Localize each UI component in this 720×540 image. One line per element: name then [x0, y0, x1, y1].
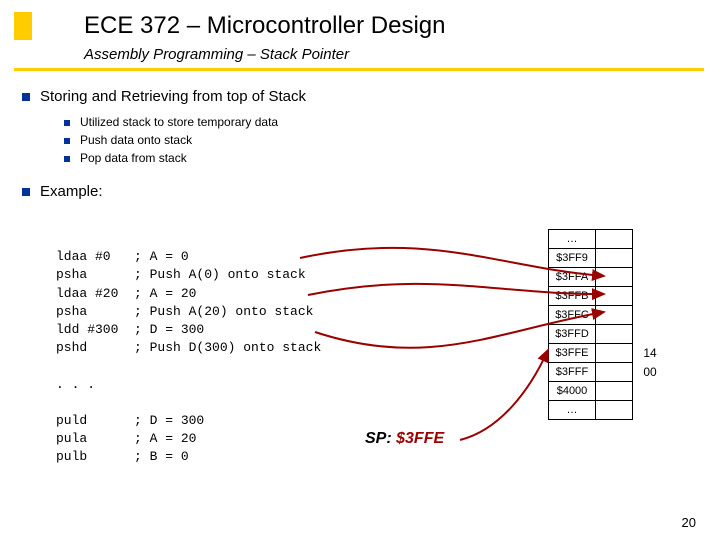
- table-row: $3FFA: [548, 268, 663, 287]
- code-line: psha ; Push A(0) onto stack: [56, 267, 306, 282]
- addr-cell: $3FFB: [548, 286, 596, 306]
- table-row: $3FFB: [548, 287, 663, 306]
- addr-cell: $3FFC: [548, 305, 596, 325]
- val-cell: [595, 286, 633, 306]
- square-bullet-icon: [64, 120, 70, 126]
- table-row: $3FFC: [548, 306, 663, 325]
- bullet-text: Pop data from stack: [80, 151, 187, 165]
- page-number: 20: [682, 515, 696, 530]
- val-cell: [595, 305, 633, 325]
- code-line: . . .: [56, 377, 95, 392]
- content-area: Storing and Retrieving from top of Stack…: [14, 88, 706, 204]
- page-title: ECE 372 – Microcontroller Design: [84, 12, 446, 40]
- val-cell: [595, 343, 633, 363]
- code-line: pshd ; Push D(300) onto stack: [56, 340, 321, 355]
- table-row: $3FFE 14: [548, 344, 663, 363]
- bullet-text: Push data onto stack: [80, 133, 192, 147]
- accent-bar: [14, 12, 32, 40]
- table-row: $3FFD: [548, 325, 663, 344]
- addr-cell: $3FFF: [548, 362, 596, 382]
- code-line: psha ; Push A(20) onto stack: [56, 304, 313, 319]
- square-bullet-icon: [64, 138, 70, 144]
- val-cell: [595, 248, 633, 268]
- val-cell: [595, 381, 633, 401]
- bullet-sub: Push data onto stack: [64, 133, 706, 147]
- side-val: 14: [637, 344, 663, 362]
- val-cell: [595, 267, 633, 287]
- addr-cell: …: [548, 229, 596, 249]
- addr-cell: $3FFE: [548, 343, 596, 363]
- val-cell: [595, 400, 633, 420]
- code-line: pulb ; B = 0: [56, 449, 189, 464]
- code-block: ldaa #0 ; A = 0 psha ; Push A(0) onto st…: [56, 230, 321, 466]
- code-line: ldd #300 ; D = 300: [56, 322, 204, 337]
- addr-cell: …: [548, 400, 596, 420]
- code-line: puld ; D = 300: [56, 413, 204, 428]
- addr-cell: $4000: [548, 381, 596, 401]
- bullet-text: Example:: [40, 183, 103, 200]
- table-row: …: [548, 230, 663, 249]
- addr-cell: $3FF9: [548, 248, 596, 268]
- sp-text: SP:: [365, 430, 392, 447]
- accent-line: [14, 68, 704, 71]
- square-bullet-icon: [22, 93, 30, 101]
- val-cell: [595, 324, 633, 344]
- sp-label: SP: $3FFE: [365, 430, 444, 448]
- sp-value: $3FFE: [396, 430, 444, 447]
- bullet-example: Example:: [22, 183, 706, 200]
- bullet-text: Utilized stack to store temporary data: [80, 115, 278, 129]
- code-line: pula ; A = 20: [56, 431, 196, 446]
- addr-cell: $3FFD: [548, 324, 596, 344]
- table-row: …: [548, 401, 663, 420]
- page-subtitle: Assembly Programming – Stack Pointer: [84, 46, 349, 63]
- val-cell: [595, 362, 633, 382]
- square-bullet-icon: [64, 156, 70, 162]
- bullet-sub: Pop data from stack: [64, 151, 706, 165]
- code-line: ldaa #20 ; A = 20: [56, 286, 196, 301]
- table-row: $3FF9: [548, 249, 663, 268]
- bullet-main: Storing and Retrieving from top of Stack: [22, 88, 706, 105]
- stack-table: … $3FF9 $3FFA $3FFB $3FFC $3FFD $3FFE14 …: [548, 230, 663, 420]
- table-row: $4000: [548, 382, 663, 401]
- addr-cell: $3FFA: [548, 267, 596, 287]
- side-val: 00: [637, 363, 663, 381]
- bullet-sub: Utilized stack to store temporary data: [64, 115, 706, 129]
- bullet-text: Storing and Retrieving from top of Stack: [40, 88, 306, 105]
- arrow-icon: [460, 350, 548, 440]
- square-bullet-icon: [22, 188, 30, 196]
- code-line: ldaa #0 ; A = 0: [56, 249, 189, 264]
- table-row: $3FFF 00: [548, 363, 663, 382]
- val-cell: [595, 229, 633, 249]
